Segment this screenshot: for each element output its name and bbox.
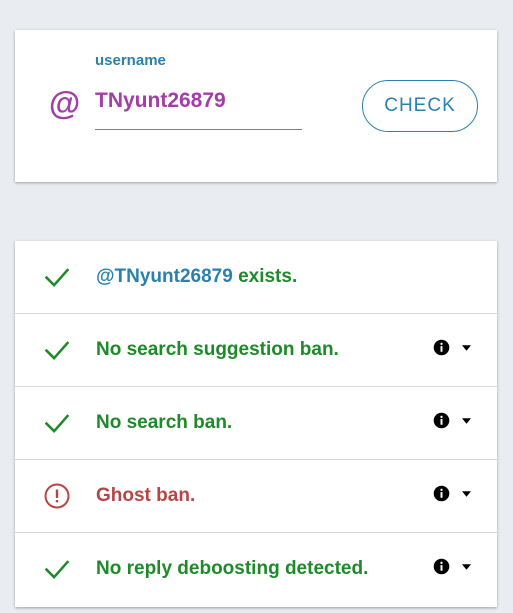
- info-icon[interactable]: [433, 558, 450, 575]
- result-row-search-suggestion-ban[interactable]: No search suggestion ban.: [15, 314, 497, 387]
- username-label: username: [95, 52, 166, 69]
- checkmark-icon: [44, 414, 70, 434]
- result-text: No reply deboosting detected.: [96, 558, 369, 579]
- info-icon[interactable]: [433, 339, 450, 356]
- checkmark-icon: [44, 341, 70, 361]
- exists-suffix: exists.: [232, 266, 298, 287]
- caret-down-icon[interactable]: [462, 418, 471, 424]
- result-text: No search suggestion ban.: [96, 339, 339, 360]
- result-row-exists: @TNyunt26879 exists.: [15, 241, 497, 314]
- info-icon[interactable]: [433, 485, 450, 502]
- result-row-ghost-ban[interactable]: Ghost ban.: [15, 460, 497, 533]
- check-button[interactable]: CHECK: [362, 80, 478, 132]
- alert-circle-icon: [44, 483, 70, 509]
- exists-text: @TNyunt26879 exists.: [96, 265, 297, 289]
- caret-down-icon[interactable]: [462, 491, 471, 497]
- result-text: No search ban.: [96, 412, 233, 433]
- info-icon[interactable]: [433, 412, 450, 429]
- caret-down-icon[interactable]: [462, 564, 471, 570]
- checkmark-icon: [44, 560, 70, 580]
- caret-down-icon[interactable]: [462, 345, 471, 351]
- username-handle: @TNyunt26879: [96, 266, 233, 287]
- checkmark-icon: [44, 268, 70, 288]
- result-text: Ghost ban.: [96, 485, 196, 506]
- result-row-search-ban[interactable]: No search ban.: [15, 387, 497, 460]
- results-card: @TNyunt26879 exists. No search suggestio…: [15, 241, 497, 607]
- username-input[interactable]: [95, 84, 302, 130]
- username-search-card: @ username CHECK: [15, 30, 497, 182]
- at-icon: @: [49, 85, 81, 121]
- result-row-reply-deboosting[interactable]: No reply deboosting detected.: [15, 533, 497, 606]
